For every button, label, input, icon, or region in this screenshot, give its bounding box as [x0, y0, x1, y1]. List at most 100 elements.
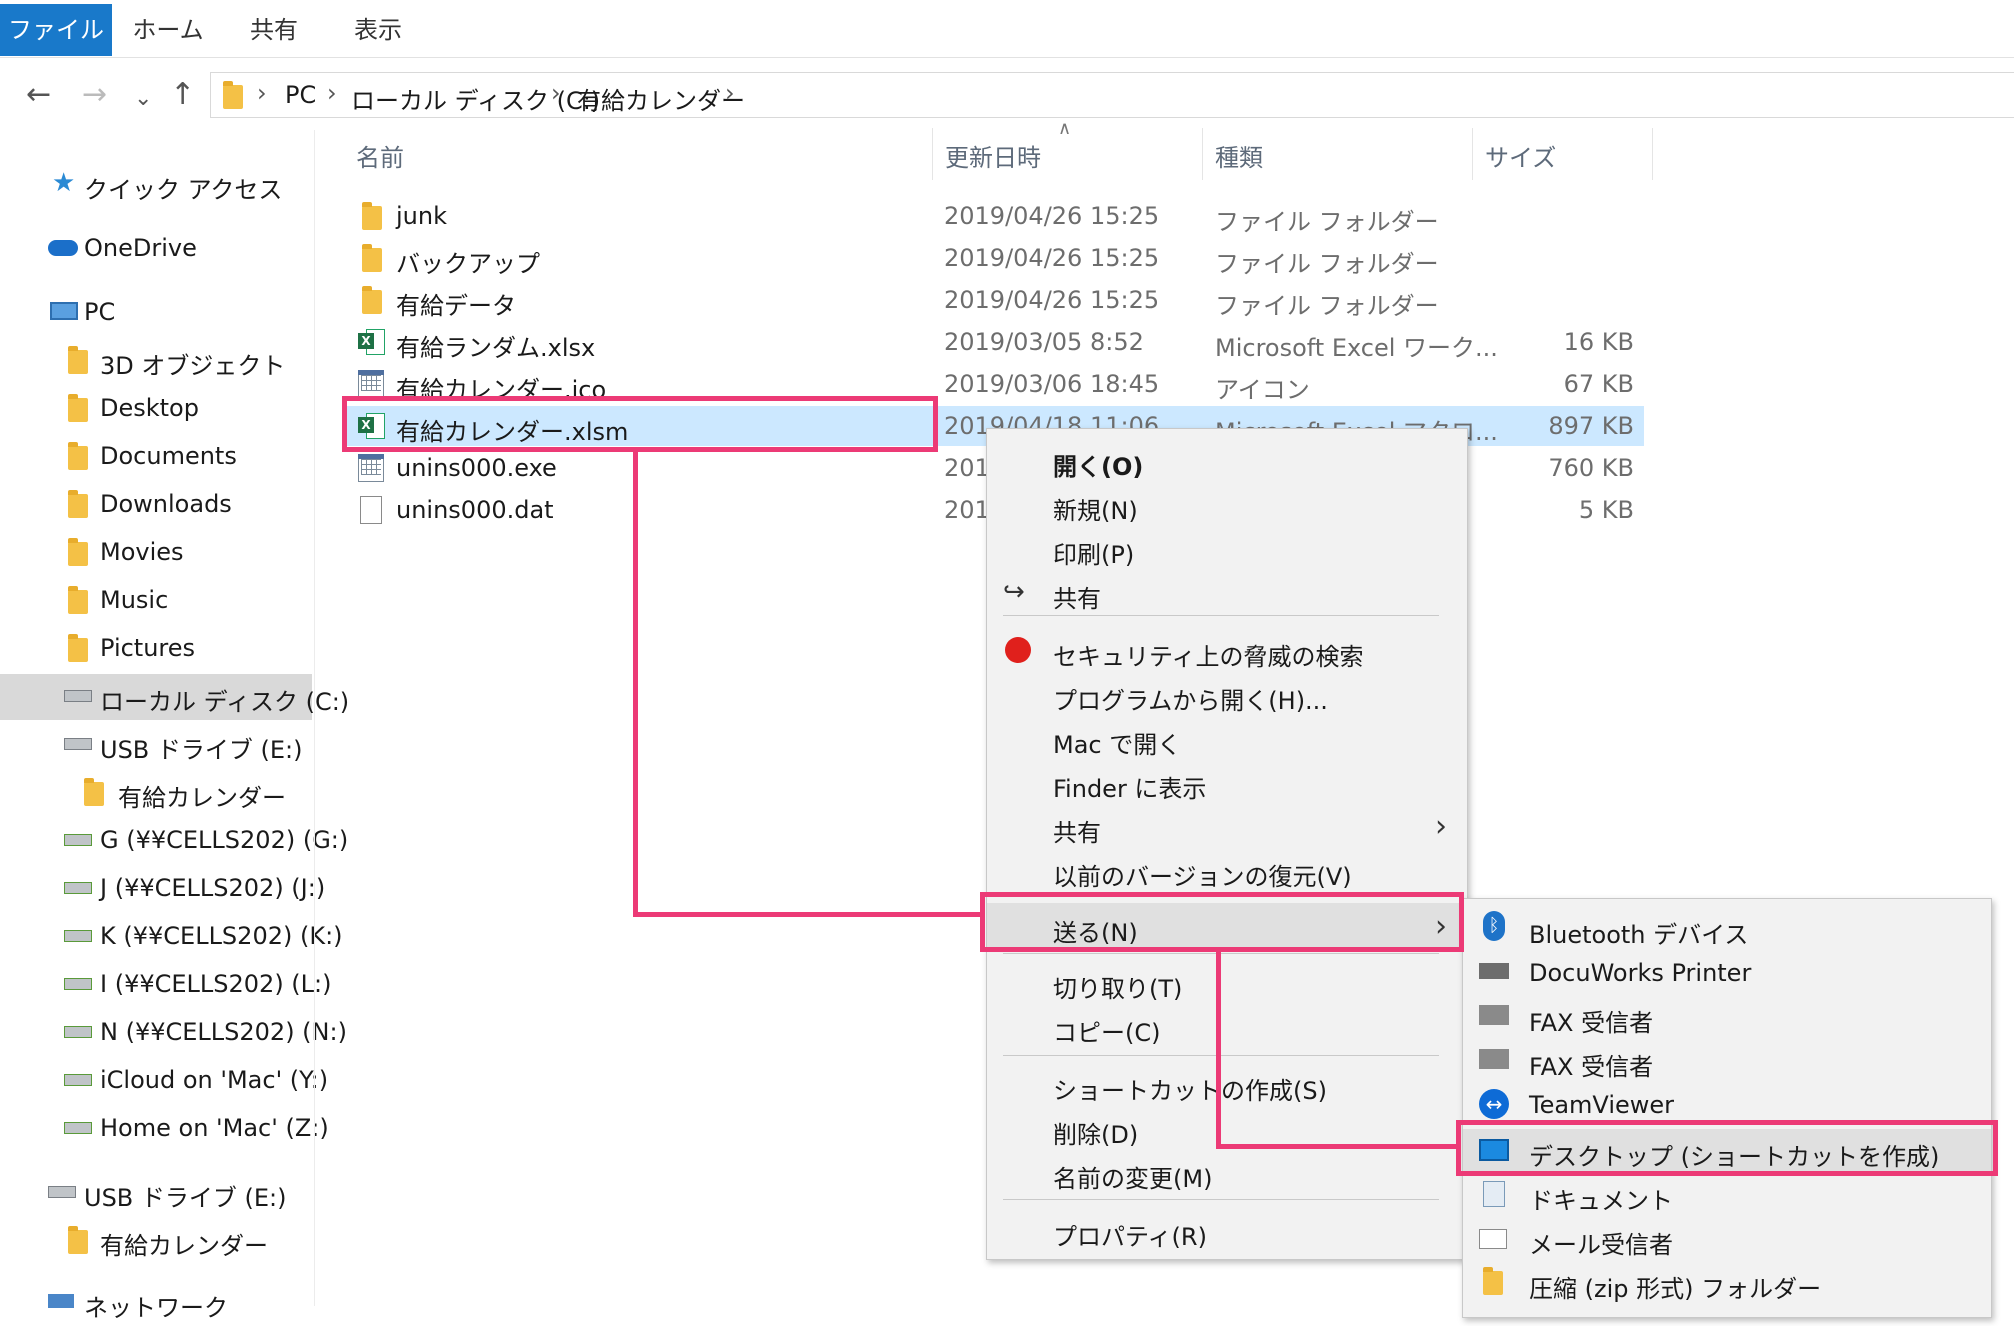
menu-item-label: 新規(N): [1053, 497, 1138, 525]
menu-item-rename[interactable]: 名前の変更(M): [987, 1153, 1467, 1193]
exe-file-icon: [358, 454, 384, 482]
chevron-right-icon[interactable]: ›: [327, 79, 337, 107]
column-separator[interactable]: [1652, 128, 1653, 180]
chevron-right-icon[interactable]: ›: [551, 79, 561, 107]
breadcrumb-pc[interactable]: PC: [285, 81, 316, 109]
tab-home[interactable]: ホーム: [124, 4, 212, 56]
column-separator[interactable]: [932, 128, 933, 180]
sidebar-item-documents[interactable]: Documents: [0, 434, 312, 480]
sidebar-item-paid-calendar[interactable]: 有給カレンダー: [0, 770, 312, 816]
file-row[interactable]: junk 2019/04/26 15:25 ファイル フォルダー: [346, 196, 1644, 236]
send-to-docuworks-printer[interactable]: DocuWorks Printer: [1463, 953, 1991, 993]
sidebar-item-network-drive-k[interactable]: K (¥¥CELLS202) (K:): [0, 914, 343, 960]
column-separator[interactable]: [1472, 128, 1473, 180]
send-to-documents[interactable]: ドキュメント: [1463, 1175, 1991, 1215]
sidebar-item-local-disk[interactable]: ローカル ディスク (C:): [0, 674, 349, 720]
sidebar-item-network[interactable]: ネットワーク: [0, 1280, 312, 1326]
back-arrow-icon[interactable]: ←: [26, 80, 51, 110]
sidebar-item-pictures[interactable]: Pictures: [0, 626, 312, 672]
chevron-right-icon[interactable]: ›: [725, 79, 735, 107]
sidebar-item-label: K (¥¥CELLS202) (K:): [100, 922, 343, 950]
sidebar-item-usb-drive[interactable]: USB ドライブ (E:): [0, 722, 312, 768]
menu-item-cut[interactable]: 切り取り(T): [987, 963, 1467, 1003]
menu-item-security-scan[interactable]: セキュリティ上の脅威の検索: [987, 631, 1467, 671]
sidebar-item-network-drive-l[interactable]: I (¥¥CELLS202) (L:): [0, 962, 332, 1008]
menu-item-share-submenu[interactable]: 共有 ›: [987, 807, 1467, 847]
recent-locations-chevron-icon[interactable]: ⌄: [134, 84, 152, 114]
column-header-name[interactable]: 名前: [356, 138, 404, 173]
chevron-right-icon[interactable]: ›: [257, 79, 267, 107]
menu-item-show-in-finder[interactable]: Finder に表示: [987, 763, 1467, 803]
sidebar-item-usb-drive-root[interactable]: USB ドライブ (E:): [0, 1170, 312, 1216]
sidebar-item-3d-objects[interactable]: 3D オブジェクト: [0, 338, 312, 384]
sidebar-item-pc[interactable]: PC: [0, 290, 312, 336]
send-to-mail-recipient[interactable]: メール受信者: [1463, 1219, 1991, 1259]
sidebar-item-downloads[interactable]: Downloads: [0, 482, 312, 528]
sidebar-item-movies[interactable]: Movies: [0, 530, 312, 576]
file-row[interactable]: バックアップ 2019/04/26 15:25 ファイル フォルダー: [346, 238, 1644, 278]
star-icon: ★: [52, 168, 76, 198]
menu-item-label: 開く(O): [1053, 453, 1144, 481]
sidebar-item-label: Desktop: [100, 394, 199, 422]
file-size: 16 KB: [1563, 328, 1634, 356]
column-header-size[interactable]: サイズ: [1485, 138, 1556, 173]
send-to-bluetooth[interactable]: ᛒ Bluetooth デバイス: [1463, 909, 1991, 949]
menu-item-properties[interactable]: プロパティ(R): [987, 1211, 1467, 1251]
sidebar-item-onedrive[interactable]: OneDrive: [0, 226, 312, 272]
sidebar-item-network-drive-j[interactable]: J (¥¥CELLS202) (J:): [0, 866, 325, 912]
sidebar-item-music[interactable]: Music: [0, 578, 312, 624]
menu-separator: [1003, 1055, 1439, 1056]
file-size: 67 KB: [1563, 370, 1634, 398]
send-to-submenu: ᛒ Bluetooth デバイス DocuWorks Printer FAX 受…: [1462, 898, 1992, 1318]
menu-item-share[interactable]: ↪ 共有: [987, 573, 1467, 613]
sidebar-item-label: PC: [84, 298, 116, 326]
network-drive-icon: [64, 1074, 92, 1086]
sidebar-item-quick-access[interactable]: ★ クイック アクセス: [0, 162, 312, 208]
breadcrumb-local-disk[interactable]: ローカル ディスク (C:): [351, 81, 600, 116]
zip-folder-icon: [1483, 1267, 1503, 1295]
tab-file[interactable]: ファイル: [0, 4, 112, 56]
file-date: 2019/04/26 15:25: [944, 202, 1160, 230]
sidebar-item-paid-calendar-usb[interactable]: 有給カレンダー: [0, 1218, 312, 1264]
file-type: ファイル フォルダー: [1215, 208, 1439, 236]
sidebar-item-network-drive-g[interactable]: G (¥¥CELLS202) (G:): [0, 818, 348, 864]
menu-item-open[interactable]: 開く(O): [987, 441, 1467, 481]
menu-item-print[interactable]: 印刷(P): [987, 529, 1467, 569]
column-separator[interactable]: [1202, 128, 1203, 180]
menu-item-open-on-mac[interactable]: Mac で開く: [987, 719, 1467, 759]
sidebar-item-label: Movies: [100, 538, 184, 566]
sidebar-item-label: N (¥¥CELLS202) (N:): [100, 1018, 347, 1046]
network-drive-icon: [64, 882, 92, 894]
menu-item-open-with[interactable]: プログラムから開く(H)...: [987, 675, 1467, 715]
tab-view[interactable]: 表示: [330, 4, 426, 56]
tab-share[interactable]: 共有: [226, 4, 322, 56]
forward-arrow-icon[interactable]: →: [82, 80, 107, 110]
sidebar-item-icloud[interactable]: iCloud on 'Mac' (Y:): [0, 1058, 328, 1104]
file-name: バックアップ: [396, 250, 540, 278]
menu-item-label: セキュリティ上の脅威の検索: [1053, 643, 1364, 671]
menu-item-restore-versions[interactable]: 以前のバージョンの復元(V): [987, 851, 1467, 891]
column-header-date[interactable]: 更新日時: [945, 138, 1041, 173]
file-row[interactable]: 有給データ 2019/04/26 15:25 ファイル フォルダー: [346, 280, 1644, 320]
sidebar-item-home-mac[interactable]: Home on 'Mac' (Z:): [0, 1106, 329, 1152]
usb-drive-icon: [48, 1186, 76, 1198]
address-bar[interactable]: › PC › ローカル ディスク (C:) › 有給カレンダー ›: [210, 72, 2014, 118]
send-to-zip-folder[interactable]: 圧縮 (zip 形式) フォルダー: [1463, 1263, 1991, 1303]
send-to-teamviewer[interactable]: ↔ TeamViewer: [1463, 1085, 1991, 1125]
send-to-fax-2[interactable]: FAX 受信者: [1463, 1041, 1991, 1081]
menu-item-new[interactable]: 新規(N): [987, 485, 1467, 525]
calendar-icon-file-icon: [358, 370, 384, 398]
breadcrumb-folder[interactable]: 有給カレンダー: [577, 81, 745, 116]
sidebar-item-desktop[interactable]: Desktop: [0, 386, 312, 432]
menu-item-delete[interactable]: 削除(D): [987, 1109, 1467, 1149]
up-arrow-icon[interactable]: ↑: [170, 80, 195, 110]
file-row[interactable]: X 有給ランダム.xlsx 2019/03/05 8:52 Microsoft …: [346, 322, 1644, 362]
column-header-type[interactable]: 種類: [1215, 138, 1263, 173]
menu-item-copy[interactable]: コピー(C): [987, 1007, 1467, 1047]
folder-3d-icon: [68, 346, 88, 374]
menu-item-create-shortcut[interactable]: ショートカットの作成(S): [987, 1065, 1467, 1105]
sidebar-item-network-drive-n[interactable]: N (¥¥CELLS202) (N:): [0, 1010, 347, 1056]
highlight-selected-file: [342, 396, 938, 452]
file-size: 760 KB: [1548, 454, 1634, 482]
send-to-fax[interactable]: FAX 受信者: [1463, 997, 1991, 1037]
